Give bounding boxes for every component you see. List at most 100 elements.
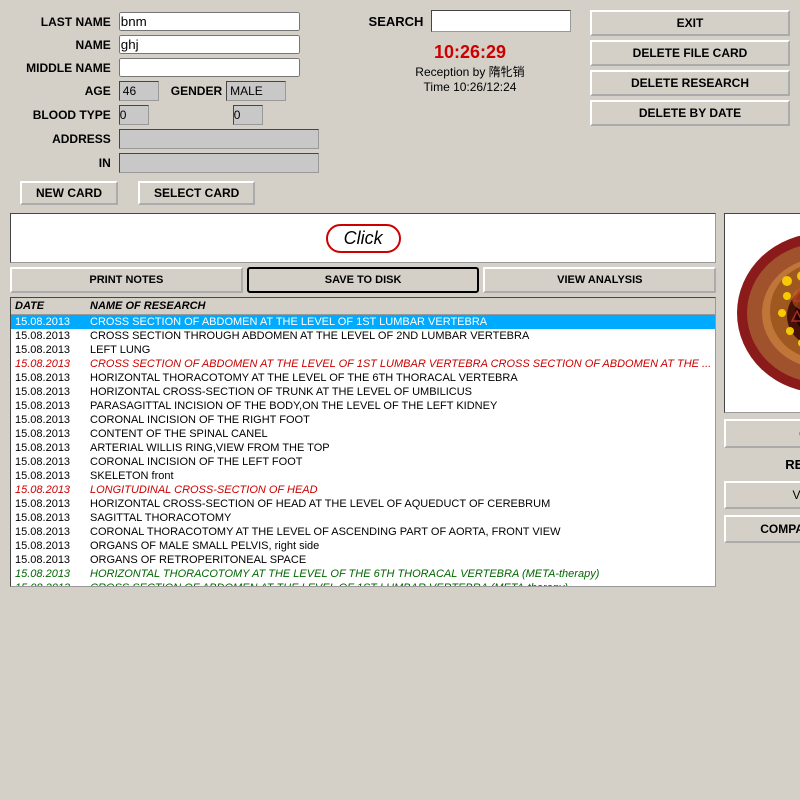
row-name: PARASAGITTAL INCISION OF THE BODY,ON THE… (90, 400, 711, 412)
row-name: CORONAL INCISION OF THE LEFT FOOT (90, 456, 711, 468)
left-main: Click PRINT NOTES SAVE TO DISK VIEW ANAL… (10, 213, 716, 587)
in-input[interactable] (119, 153, 319, 173)
click-label: Click (344, 228, 383, 248)
research-label: RESEARCH (724, 454, 800, 475)
name-input[interactable] (119, 35, 300, 54)
table-row[interactable]: 15.08.2013HORIZONTAL CROSS-SECTION OF HE… (11, 497, 715, 511)
row-name: CROSS SECTION OF ABDOMEN AT THE LEVEL OF… (90, 582, 711, 587)
card-buttons-row: NEW CARD SELECT CARD (10, 181, 350, 205)
age-input[interactable] (119, 81, 159, 101)
compare-analysis-button[interactable]: COMPARE ANALYSIS (724, 515, 800, 543)
row-name: SAGITTAL THORACOTOMY (90, 512, 711, 524)
row-date: 15.08.2013 (15, 344, 90, 356)
action-buttons: PRINT NOTES SAVE TO DISK VIEW ANALYSIS (10, 267, 716, 293)
print-notes-button[interactable]: PRINT NOTES (10, 267, 243, 293)
data-list-container[interactable]: DATE NAME OF RESEARCH 15.08.2013CROSS SE… (10, 297, 716, 587)
row-date: 15.08.2013 (15, 526, 90, 538)
view-analysis-button[interactable]: VIEW ANALYSIS (483, 267, 716, 293)
row-date: 15.08.2013 (15, 484, 90, 496)
table-row[interactable]: 15.08.2013CONTENT OF THE SPINAL CANEL (11, 427, 715, 441)
table-row[interactable]: 15.08.2013HORIZONTAL CROSS-SECTION OF TR… (11, 385, 715, 399)
time-main: 10:26:29 (415, 42, 524, 63)
top-section: LAST NAME NAME MIDDLE NAME AGE (10, 10, 790, 205)
reception-text: Reception by 隋牝销 (415, 63, 524, 80)
right-section: EXIT DELETE FILE CARD DELETE RESEARCH DE… (590, 10, 790, 205)
exit-button[interactable]: EXIT (590, 10, 790, 36)
search-input[interactable] (431, 10, 571, 32)
medical-image-box (724, 213, 800, 413)
table-row[interactable]: 15.08.2013CORONAL INCISION OF THE RIGHT … (11, 413, 715, 427)
row-name: ARTERIAL WILLIS RING,VIEW FROM THE TOP (90, 442, 711, 454)
blood-type-label: BLOOD TYPE (10, 103, 115, 127)
view-result-button[interactable]: View result (724, 481, 800, 509)
table-row[interactable]: 15.08.2013HORIZONTAL THORACOTOMY AT THE … (11, 371, 715, 385)
time-sub: Time 10:26/12:24 (415, 80, 524, 94)
row-name: CONTENT OF THE SPINAL CANEL (90, 428, 711, 440)
table-row[interactable]: 15.08.2013SAGITTAL THORACOTOMY (11, 511, 715, 525)
row-date: 15.08.2013 (15, 540, 90, 552)
table-row[interactable]: 15.08.2013CROSS SECTION OF ABDOMEN AT TH… (11, 357, 715, 371)
graphic-button[interactable]: Graphic (724, 419, 800, 448)
col-name-header: NAME OF RESEARCH (90, 300, 711, 312)
row-date: 15.08.2013 (15, 442, 90, 454)
gender-input[interactable] (226, 81, 286, 101)
row-name: LEFT LUNG (90, 344, 711, 356)
row-date: 15.08.2013 (15, 582, 90, 587)
time-display: 10:26:29 Reception by 隋牝销 Time 10:26/12:… (415, 42, 524, 94)
center-section: SEARCH 10:26:29 Reception by 隋牝销 Time 10… (360, 10, 580, 205)
table-row[interactable]: 15.08.2013LONGITUDINAL CROSS-SECTION OF … (11, 483, 715, 497)
row-date: 15.08.2013 (15, 386, 90, 398)
address-input[interactable] (119, 129, 319, 149)
blood-row (119, 105, 346, 125)
data-rows: 15.08.2013CROSS SECTION OF ABDOMEN AT TH… (11, 315, 715, 587)
age-label: AGE (10, 79, 115, 103)
table-row[interactable]: 15.08.2013CROSS SECTION OF ABDOMEN AT TH… (11, 315, 715, 329)
row-name: CORONAL INCISION OF THE RIGHT FOOT (90, 414, 711, 426)
table-row[interactable]: 15.08.2013CORONAL THORACOTOMY AT THE LEV… (11, 525, 715, 539)
row-name: HORIZONTAL CROSS-SECTION OF HEAD AT THE … (90, 498, 711, 510)
row-date: 15.08.2013 (15, 400, 90, 412)
delete-research-button[interactable]: DELETE RESEARCH (590, 70, 790, 96)
data-list-header: DATE NAME OF RESEARCH (11, 298, 715, 315)
select-card-button[interactable]: SELECT CARD (138, 181, 255, 205)
table-row[interactable]: 15.08.2013LEFT LUNG (11, 343, 715, 357)
scan-image (732, 221, 800, 406)
new-card-button[interactable]: NEW CARD (20, 181, 118, 205)
table-row[interactable]: 15.08.2013ORGANS OF RETROPERITONEAL SPAC… (11, 553, 715, 567)
row-date: 15.08.2013 (15, 554, 90, 566)
table-row[interactable]: 15.08.2013CROSS SECTION THROUGH ABDOMEN … (11, 329, 715, 343)
row-date: 15.08.2013 (15, 428, 90, 440)
search-label: SEARCH (369, 14, 424, 29)
save-to-disk-button[interactable]: SAVE TO DISK (247, 267, 480, 293)
table-row[interactable]: 15.08.2013PARASAGITTAL INCISION OF THE B… (11, 399, 715, 413)
table-row[interactable]: 15.08.2013ARTERIAL WILLIS RING,VIEW FROM… (11, 441, 715, 455)
row-date: 15.08.2013 (15, 414, 90, 426)
middle-name-input[interactable] (119, 58, 300, 77)
table-row[interactable]: 15.08.2013HORIZONTAL THORACOTOMY AT THE … (11, 567, 715, 581)
row-date: 15.08.2013 (15, 316, 90, 328)
row-name: HORIZONTAL THORACOTOMY AT THE LEVEL OF T… (90, 372, 711, 384)
row-name: CROSS SECTION THROUGH ABDOMEN AT THE LEV… (90, 330, 711, 342)
delete-file-card-button[interactable]: DELETE FILE CARD (590, 40, 790, 66)
delete-by-date-button[interactable]: DELETE BY DATE (590, 100, 790, 126)
row-name: CROSS SECTION OF ABDOMEN AT THE LEVEL OF… (90, 358, 711, 370)
table-row[interactable]: 15.08.2013CORONAL INCISION OF THE LEFT F… (11, 455, 715, 469)
middle-section: Click PRINT NOTES SAVE TO DISK VIEW ANAL… (10, 213, 790, 587)
table-row[interactable]: 15.08.2013CROSS SECTION OF ABDOMEN AT TH… (11, 581, 715, 587)
row-date: 15.08.2013 (15, 372, 90, 384)
middle-name-label: MIDDLE NAME (10, 56, 115, 79)
table-row[interactable]: 15.08.2013ORGANS OF MALE SMALL PELVIS, r… (11, 539, 715, 553)
search-row: SEARCH (369, 10, 572, 32)
last-name-input[interactable] (119, 12, 300, 31)
address-label: ADDRESS (10, 127, 115, 151)
table-row[interactable]: 15.08.2013SKELETON front (11, 469, 715, 483)
age-gender-row: GENDER (119, 81, 346, 101)
row-date: 15.08.2013 (15, 568, 90, 580)
blood-value2-input[interactable] (233, 105, 263, 125)
blood-type-input[interactable] (119, 105, 149, 125)
right-panel: Graphic RESEARCH View result COMPARE ANA… (724, 213, 800, 587)
click-oval: Click (326, 224, 401, 253)
row-name: CORONAL THORACOTOMY AT THE LEVEL OF ASCE… (90, 526, 711, 538)
row-date: 15.08.2013 (15, 512, 90, 524)
row-date: 15.08.2013 (15, 498, 90, 510)
